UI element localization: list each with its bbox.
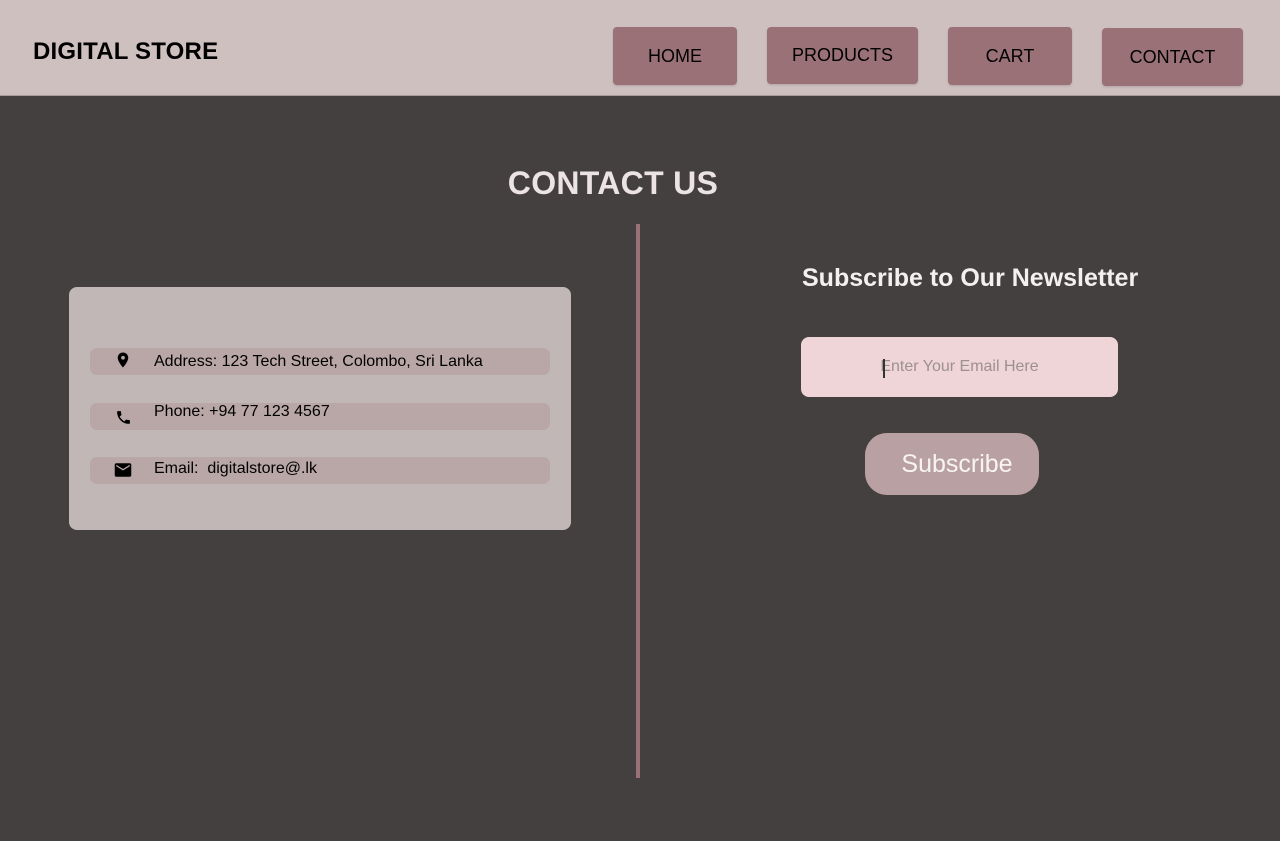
email-icon: [112, 459, 134, 481]
location-pin-icon: [112, 349, 134, 371]
contact-email-row: Email: digitalstore@.lk: [90, 457, 550, 484]
contact-phone-row: Phone: +94 77 123 4567: [90, 403, 550, 430]
contact-address-row: Address: 123 Tech Street, Colombo, Sri L…: [90, 348, 550, 375]
section-divider: [636, 224, 640, 778]
nav-cart-button[interactable]: CART: [948, 27, 1072, 85]
contact-phone-text: Phone: +94 77 123 4567: [154, 403, 330, 420]
brand-logo[interactable]: DIGITAL STORE: [33, 38, 218, 66]
site-header: DIGITAL STORE HOME PRODUCTS CART CONTACT: [0, 0, 1280, 96]
nav-products-button[interactable]: PRODUCTS: [767, 27, 918, 84]
nav-contact-button[interactable]: CONTACT: [1102, 28, 1243, 86]
contact-address-text: Address: 123 Tech Street, Colombo, Sri L…: [154, 353, 483, 370]
nav-home-button[interactable]: HOME: [613, 27, 737, 85]
newsletter-email-input[interactable]: [801, 337, 1118, 397]
page-title: CONTACT US: [507, 165, 719, 201]
phone-icon: [112, 406, 134, 428]
newsletter-title: Subscribe to Our Newsletter: [802, 264, 1139, 292]
contact-info-card: Address: 123 Tech Street, Colombo, Sri L…: [69, 287, 571, 530]
contact-email-text: Email: digitalstore@.lk: [154, 460, 317, 477]
subscribe-button[interactable]: Subscribe: [865, 433, 1039, 495]
text-caret: [883, 359, 885, 378]
